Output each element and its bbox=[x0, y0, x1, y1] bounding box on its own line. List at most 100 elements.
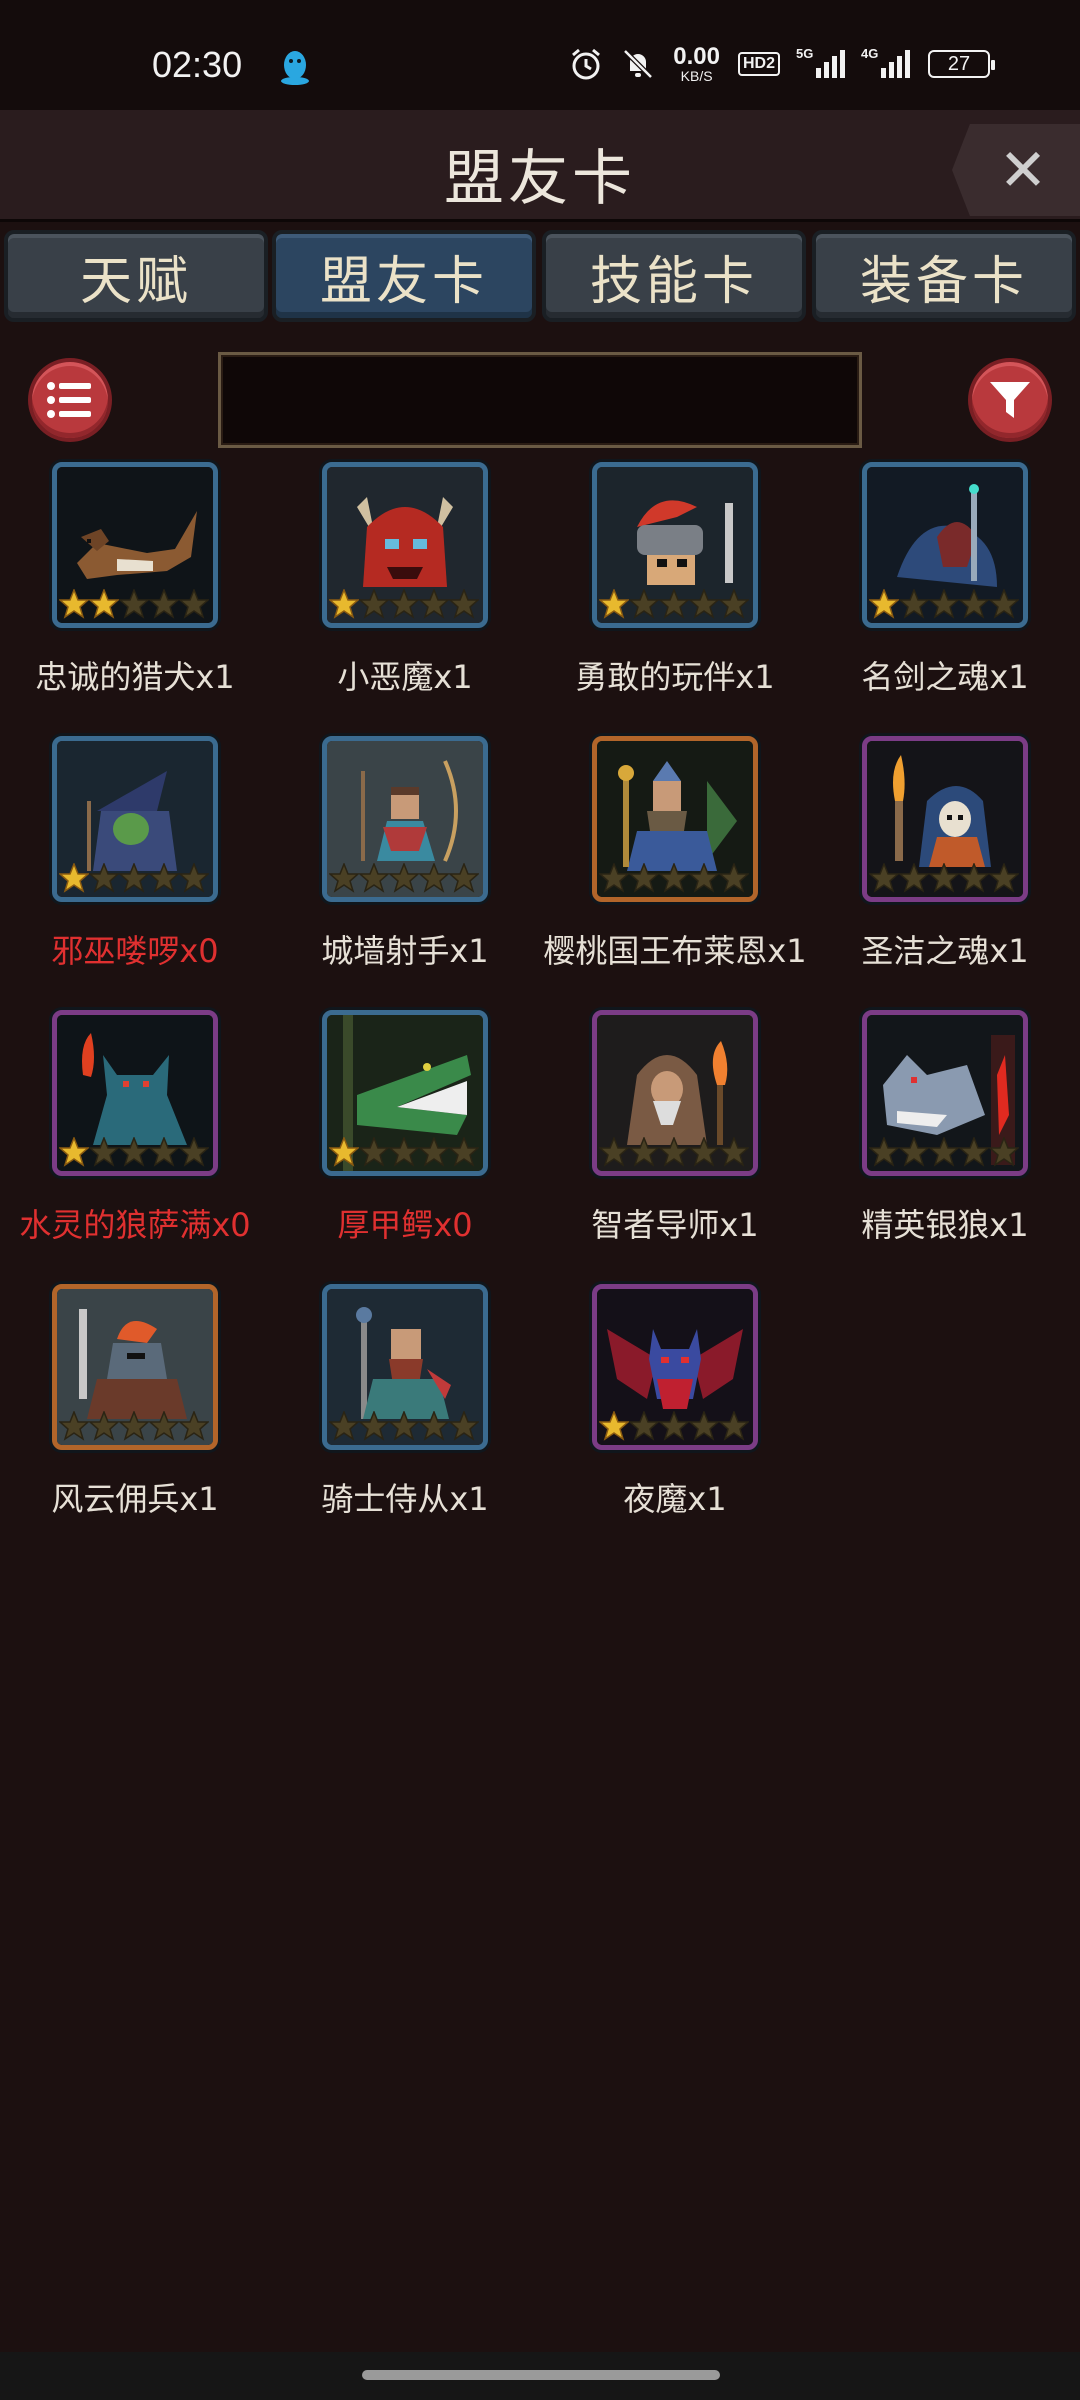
list-menu-button[interactable] bbox=[28, 358, 112, 442]
star-empty-icon bbox=[449, 589, 479, 619]
star-rating bbox=[599, 589, 749, 619]
star-rating bbox=[329, 863, 479, 893]
star-filled-icon bbox=[59, 589, 89, 619]
star-empty-icon bbox=[719, 589, 749, 619]
card-portrait bbox=[52, 1010, 218, 1176]
star-empty-icon bbox=[929, 1137, 959, 1167]
star-rating bbox=[869, 863, 1019, 893]
star-empty-icon bbox=[929, 863, 959, 893]
ally-card-knight-squire[interactable]: 骑士侍从x1 bbox=[270, 1284, 540, 1558]
card-portrait bbox=[322, 1284, 488, 1450]
ally-card-wall-archer[interactable]: 城墙射手x1 bbox=[270, 736, 540, 1010]
ally-card-night-demon[interactable]: 夜魔x1 bbox=[540, 1284, 810, 1558]
ally-card-wise-mentor[interactable]: 智者导师x1 bbox=[540, 1010, 810, 1284]
signal-4g-icon: 4G bbox=[861, 46, 910, 78]
ally-card-loyal-hound[interactable]: 忠诚的猎犬x1 bbox=[0, 462, 270, 736]
star-filled-icon bbox=[329, 589, 359, 619]
filter-icon bbox=[990, 382, 1030, 418]
card-label: 名剑之魂x1 bbox=[861, 658, 1029, 696]
star-empty-icon bbox=[329, 863, 359, 893]
star-empty-icon bbox=[629, 1411, 659, 1441]
star-empty-icon bbox=[659, 589, 689, 619]
star-empty-icon bbox=[149, 589, 179, 619]
star-empty-icon bbox=[179, 589, 209, 619]
star-empty-icon bbox=[629, 1137, 659, 1167]
star-empty-icon bbox=[869, 1137, 899, 1167]
card-label: 邪巫喽啰x0 bbox=[51, 932, 219, 970]
ally-card-cultist-minion[interactable]: 邪巫喽啰x0 bbox=[0, 736, 270, 1010]
title-bar: 盟友卡 ✕ bbox=[0, 110, 1080, 222]
card-portrait bbox=[52, 462, 218, 628]
ally-card-water-wolf-shaman[interactable]: 水灵的狼萨满x0 bbox=[0, 1010, 270, 1284]
card-portrait bbox=[322, 736, 488, 902]
star-empty-icon bbox=[599, 1137, 629, 1167]
star-empty-icon bbox=[449, 863, 479, 893]
star-empty-icon bbox=[179, 1137, 209, 1167]
ally-card-sword-soul[interactable]: 名剑之魂x1 bbox=[810, 462, 1080, 736]
star-rating bbox=[329, 589, 479, 619]
card-label: 精英银狼x1 bbox=[861, 1206, 1029, 1244]
net-speed: 0.00 KB/S bbox=[673, 43, 720, 84]
filter-button[interactable] bbox=[968, 358, 1052, 442]
star-empty-icon bbox=[659, 1137, 689, 1167]
card-portrait bbox=[592, 1284, 758, 1450]
star-empty-icon bbox=[719, 863, 749, 893]
star-empty-icon bbox=[119, 1411, 149, 1441]
card-portrait bbox=[862, 462, 1028, 628]
card-label: 智者导师x1 bbox=[591, 1206, 759, 1244]
star-empty-icon bbox=[419, 1411, 449, 1441]
star-rating bbox=[329, 1411, 479, 1441]
page-title: 盟友卡 bbox=[444, 144, 636, 214]
star-rating bbox=[869, 1137, 1019, 1167]
star-filled-icon bbox=[599, 1411, 629, 1441]
star-empty-icon bbox=[689, 1137, 719, 1167]
star-empty-icon bbox=[329, 1411, 359, 1441]
search-input[interactable] bbox=[218, 352, 862, 448]
card-portrait bbox=[52, 736, 218, 902]
tab-skill-cards[interactable]: 技能卡 bbox=[542, 230, 806, 322]
card-portrait bbox=[862, 736, 1028, 902]
star-empty-icon bbox=[149, 1411, 179, 1441]
star-rating bbox=[329, 1137, 479, 1167]
ally-card-imp[interactable]: 小恶魔x1 bbox=[270, 462, 540, 736]
ally-card-armored-crocodile[interactable]: 厚甲鳄x0 bbox=[270, 1010, 540, 1284]
tab-talent[interactable]: 天赋 bbox=[4, 230, 268, 322]
ally-card-brave-companion[interactable]: 勇敢的玩伴x1 bbox=[540, 462, 810, 736]
card-portrait bbox=[592, 462, 758, 628]
star-filled-icon bbox=[89, 589, 119, 619]
card-label: 厚甲鳄x0 bbox=[337, 1206, 473, 1244]
close-icon: ✕ bbox=[998, 136, 1048, 204]
ally-card-holy-soul[interactable]: 圣洁之魂x1 bbox=[810, 736, 1080, 1010]
star-empty-icon bbox=[149, 1137, 179, 1167]
star-empty-icon bbox=[689, 1411, 719, 1441]
star-empty-icon bbox=[719, 1411, 749, 1441]
star-empty-icon bbox=[389, 1137, 419, 1167]
tab-equipment-cards[interactable]: 装备卡 bbox=[812, 230, 1076, 322]
star-empty-icon bbox=[869, 863, 899, 893]
ally-card-cherry-king-brian[interactable]: 樱桃国王布莱恩x1 bbox=[540, 736, 810, 1010]
star-empty-icon bbox=[59, 1411, 89, 1441]
star-empty-icon bbox=[89, 863, 119, 893]
tab-ally-cards[interactable]: 盟友卡 bbox=[272, 230, 536, 322]
star-empty-icon bbox=[719, 1137, 749, 1167]
star-empty-icon bbox=[119, 1137, 149, 1167]
star-empty-icon bbox=[659, 863, 689, 893]
star-empty-icon bbox=[989, 863, 1019, 893]
ally-card-elite-silver-wolf[interactable]: 精英银狼x1 bbox=[810, 1010, 1080, 1284]
card-portrait bbox=[322, 1010, 488, 1176]
card-portrait bbox=[592, 736, 758, 902]
star-empty-icon bbox=[389, 863, 419, 893]
star-empty-icon bbox=[989, 1137, 1019, 1167]
card-portrait bbox=[862, 1010, 1028, 1176]
star-rating bbox=[59, 1137, 209, 1167]
card-label: 圣洁之魂x1 bbox=[861, 932, 1029, 970]
star-filled-icon bbox=[59, 863, 89, 893]
close-button[interactable]: ✕ bbox=[952, 124, 1080, 216]
star-filled-icon bbox=[329, 1137, 359, 1167]
card-label: 风云佣兵x1 bbox=[51, 1480, 219, 1518]
star-empty-icon bbox=[989, 589, 1019, 619]
star-empty-icon bbox=[419, 589, 449, 619]
ally-card-storm-mercenary[interactable]: 风云佣兵x1 bbox=[0, 1284, 270, 1558]
star-empty-icon bbox=[899, 863, 929, 893]
home-indicator[interactable] bbox=[362, 2370, 720, 2380]
